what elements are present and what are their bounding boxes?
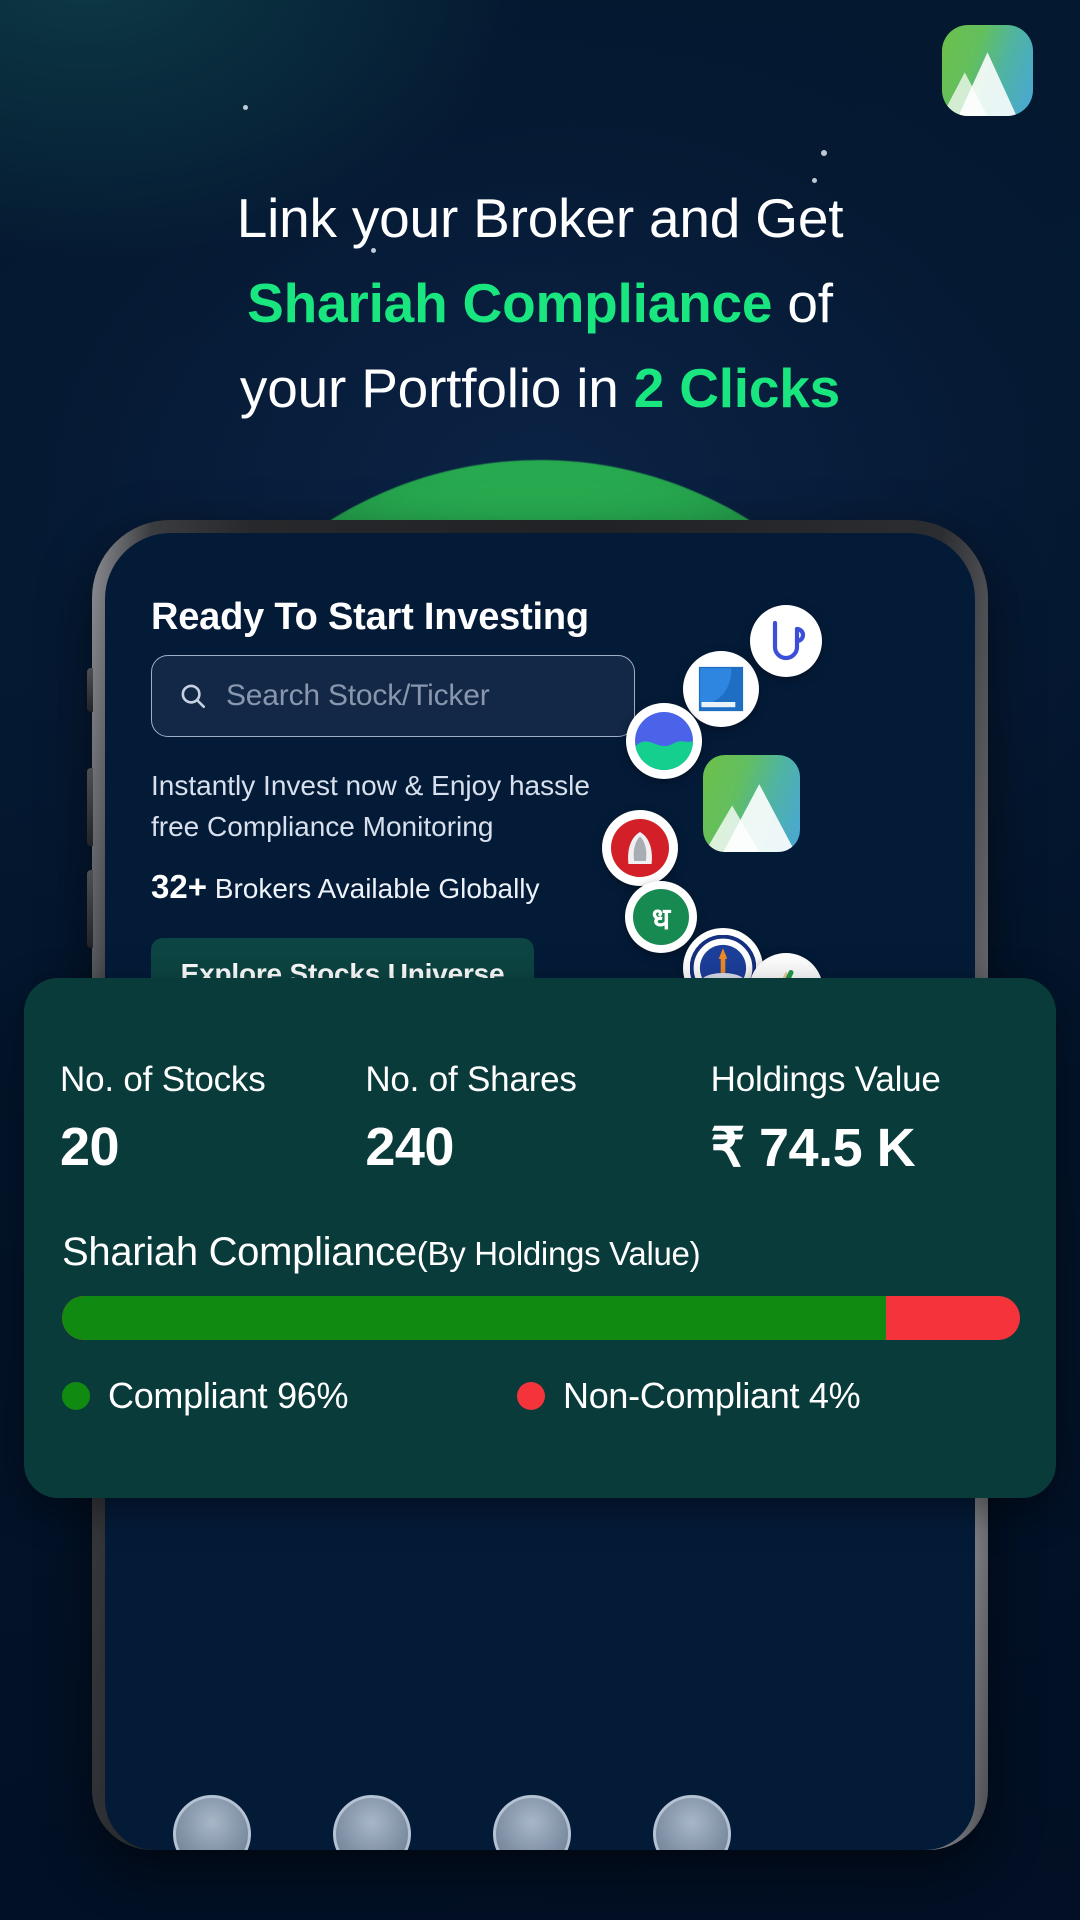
stat-value: 240	[365, 1117, 454, 1177]
phone-side-button-volume-up	[87, 768, 93, 846]
stat-no-of-stocks: No. of Stocks 20	[60, 1060, 365, 1179]
headline-line-3: your Portfolio in 2 Clicks	[0, 346, 1080, 431]
groww-glyph-icon	[635, 712, 693, 770]
dhan-glyph-icon: ध	[633, 889, 689, 945]
broker-logo-upstox	[750, 605, 822, 677]
sparkle-dot	[821, 150, 827, 156]
compliance-progress-bar	[62, 1296, 1020, 1340]
compliance-section-title: Shariah Compliance(By Holdings Value)	[62, 1230, 701, 1275]
screen-title: Ready To Start Investing	[151, 596, 589, 638]
search-placeholder: Search Stock/Ticker	[226, 679, 490, 712]
stats-row: No. of Stocks 20 No. of Shares 240 Holdi…	[24, 1060, 1056, 1179]
legend-item-compliant: Compliant 96%	[62, 1375, 517, 1417]
phone-side-button-mute	[87, 668, 93, 712]
legend-dot-compliant-icon	[62, 1382, 90, 1410]
headline-accent-shariah: Shariah Compliance	[247, 272, 773, 334]
brokers-count: 32+	[151, 868, 207, 905]
upstox-glyph-icon	[772, 620, 806, 661]
compliance-title-sub: (By Holdings Value)	[416, 1235, 701, 1272]
search-input[interactable]: Search Stock/Ticker	[151, 655, 635, 737]
sparkle-dot	[243, 105, 248, 110]
legend-item-non-compliant: Non-Compliant 4%	[517, 1375, 861, 1417]
musaffa-mountain-logo-icon	[942, 25, 1033, 116]
screen-subtext: Instantly Invest now & Enjoy hassle free…	[151, 770, 590, 842]
portfolio-summary-card: No. of Stocks 20 No. of Shares 240 Holdi…	[24, 978, 1056, 1498]
headline-line-1: Link your Broker and Get	[236, 187, 844, 249]
compliance-title-main: Shariah Compliance	[62, 1230, 417, 1274]
dock-icon-4[interactable]	[653, 1795, 731, 1850]
legend-label-compliant: Compliant 96%	[108, 1375, 349, 1416]
brokers-count-label: Brokers Available Globally	[206, 873, 540, 904]
dock-icon-1[interactable]	[173, 1795, 251, 1850]
fyers-glyph-icon	[698, 666, 744, 712]
search-icon	[181, 684, 206, 709]
headline-line-2-tail: of	[772, 272, 833, 334]
headline-line-2: Shariah Compliance of	[0, 261, 1080, 346]
stat-value: ₹ 74.5 K	[710, 1118, 916, 1178]
stat-holdings-value: Holdings Value ₹ 74.5 K	[671, 1060, 1016, 1179]
angelone-glyph-icon	[611, 819, 669, 877]
dock-icon-2[interactable]	[333, 1795, 411, 1850]
headline-accent-clicks: 2 Clicks	[633, 357, 841, 419]
broker-logo-angelone	[602, 810, 678, 886]
page-headline: Link your Broker and Get Shariah Complia…	[0, 176, 1080, 431]
broker-logo-dhan: ध	[625, 881, 697, 953]
broker-logo-groww	[626, 703, 702, 779]
broker-logo-musaffa	[703, 755, 800, 852]
stat-value: 20	[60, 1117, 120, 1177]
broker-logo-fyers	[683, 651, 759, 727]
legend-dot-non-compliant-icon	[517, 1382, 545, 1410]
compliance-progress-fill-compliant	[62, 1296, 886, 1340]
phone-side-button-volume-down	[87, 870, 93, 948]
compliance-legend: Compliant 96% Non-Compliant 4%	[62, 1375, 1022, 1417]
brokers-available-line: 32+ Brokers Available Globally	[151, 868, 540, 906]
stat-no-of-shares: No. of Shares 240	[365, 1060, 670, 1179]
dock-icon-3[interactable]	[493, 1795, 571, 1850]
musaffa-mountain-logo-icon	[704, 784, 796, 852]
legend-label-non-compliant: Non-Compliant 4%	[563, 1375, 861, 1416]
stat-label: No. of Shares	[365, 1060, 577, 1099]
headline-line-3-lead: your Portfolio in	[239, 357, 634, 419]
stat-label: Holdings Value	[710, 1060, 941, 1099]
stat-label: No. of Stocks	[60, 1060, 266, 1099]
